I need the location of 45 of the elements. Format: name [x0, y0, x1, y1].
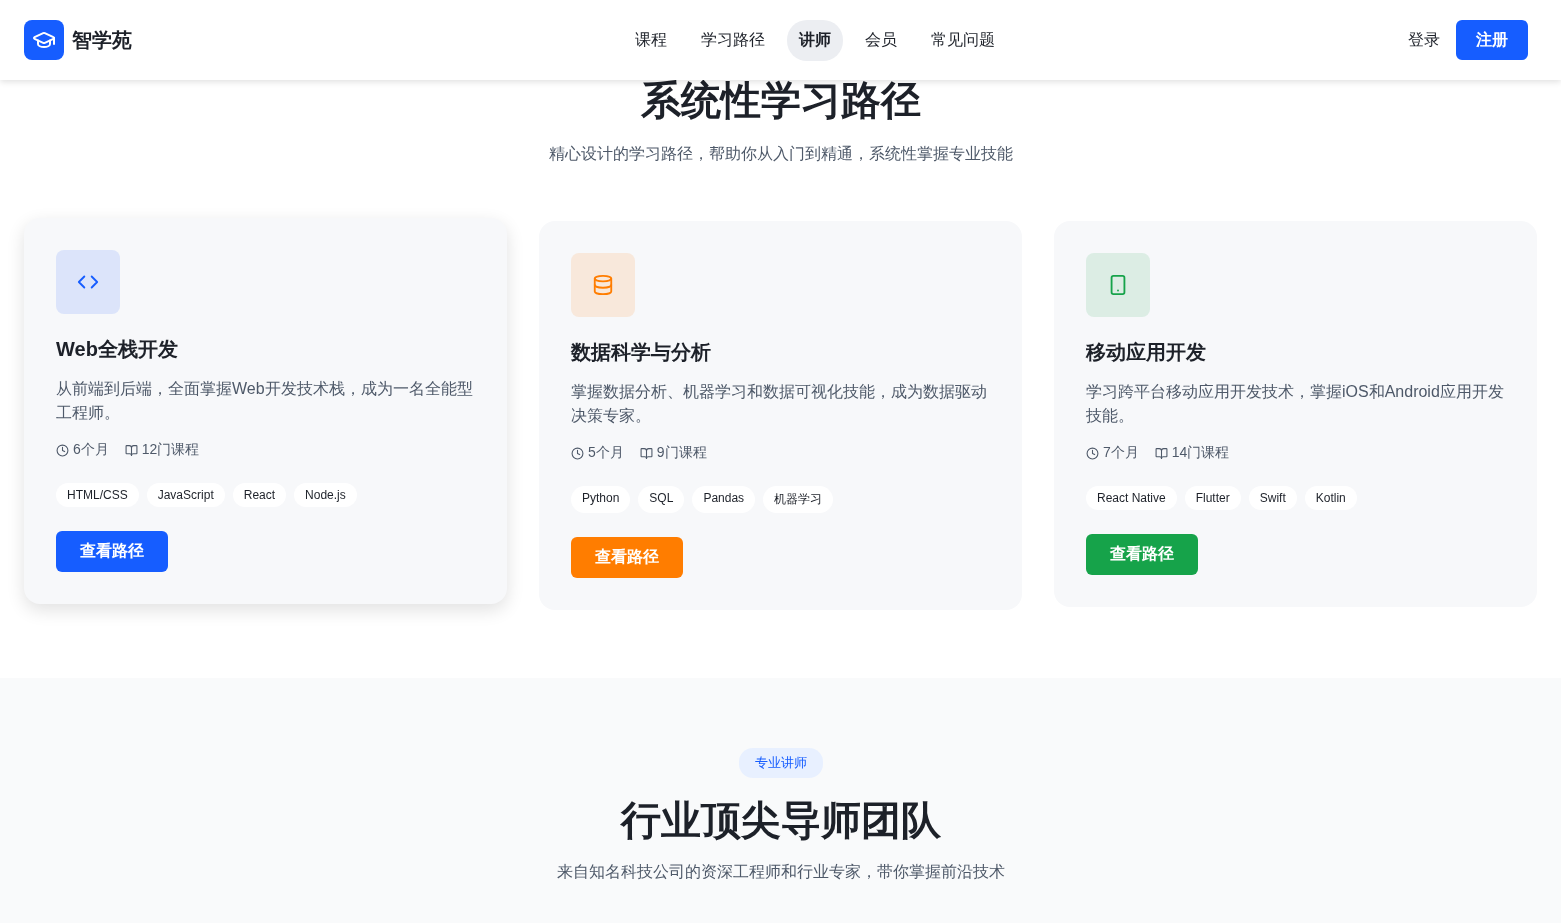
skill-tag: Node.js — [294, 483, 357, 507]
skill-tag: React Native — [1086, 486, 1177, 510]
card-title: Web全栈开发 — [56, 337, 179, 362]
skill-tag: Swift — [1248, 486, 1297, 510]
login-link[interactable]: 登录 — [1408, 29, 1440, 51]
course-count: 9门课程 — [656, 444, 707, 462]
section-subtitle: 来自知名科技公司的资深工程师和行业专家，带你掌握前沿技术 — [556, 862, 1005, 882]
section-badge: 专业讲师 — [738, 748, 823, 778]
skill-tag: Pandas — [692, 486, 756, 513]
register-button[interactable]: 注册 — [1456, 20, 1528, 60]
skill-tag: Kotlin — [1304, 486, 1357, 510]
clock-icon — [1086, 446, 1099, 460]
book-icon — [1154, 446, 1168, 460]
section-title: 系统性学习路径 — [640, 80, 921, 120]
section-subtitle: 精心设计的学习路径，帮助你从入门到精通，系统性掌握专业技能 — [548, 144, 1013, 164]
nav-link[interactable]: 会员 — [853, 19, 909, 61]
view-path-button[interactable]: 查看路径 — [56, 531, 168, 572]
card-title: 移动应用开发 — [1086, 340, 1207, 365]
course-count: 14门课程 — [1171, 444, 1230, 462]
nav-link[interactable]: 常见问题 — [919, 19, 1007, 61]
card-description: 从前端到后端，全面掌握Web开发技术栈，成为一名全能型工程师。 — [56, 379, 474, 423]
course-count: 12门课程 — [141, 441, 200, 459]
skill-tag: JavaScript — [146, 483, 225, 507]
nav-link[interactable]: 课程 — [623, 19, 679, 61]
duration: 5个月 — [588, 444, 624, 462]
card-description: 掌握数据分析、机器学习和数据可视化技能，成为数据驱动决策专家。 — [571, 382, 988, 426]
section-title: 行业顶尖导师团队 — [620, 800, 941, 840]
book-icon — [639, 446, 653, 460]
skill-tag: Flutter — [1184, 486, 1241, 510]
clock-icon — [56, 443, 69, 457]
nav-link[interactable]: 学习路径 — [689, 19, 777, 61]
card-description: 学习跨平台移动应用开发技术，掌握iOS和Android应用开发技能。 — [1086, 382, 1505, 426]
skill-tag: Python — [571, 486, 631, 513]
book-icon — [124, 443, 138, 457]
card-title: 数据科学与分析 — [571, 340, 712, 365]
skill-tag: React — [232, 483, 287, 507]
duration: 6个月 — [73, 441, 109, 459]
duration: 7个月 — [1103, 444, 1139, 462]
nav-link[interactable]: 讲师 — [787, 19, 843, 61]
clock-icon — [571, 446, 584, 460]
skill-tag: SQL — [638, 486, 685, 513]
skill-tag: HTML/CSS — [56, 483, 139, 507]
logo-text: 智学苑 — [72, 27, 132, 53]
skill-tag: 机器学习 — [763, 486, 834, 513]
database-icon — [592, 274, 614, 296]
